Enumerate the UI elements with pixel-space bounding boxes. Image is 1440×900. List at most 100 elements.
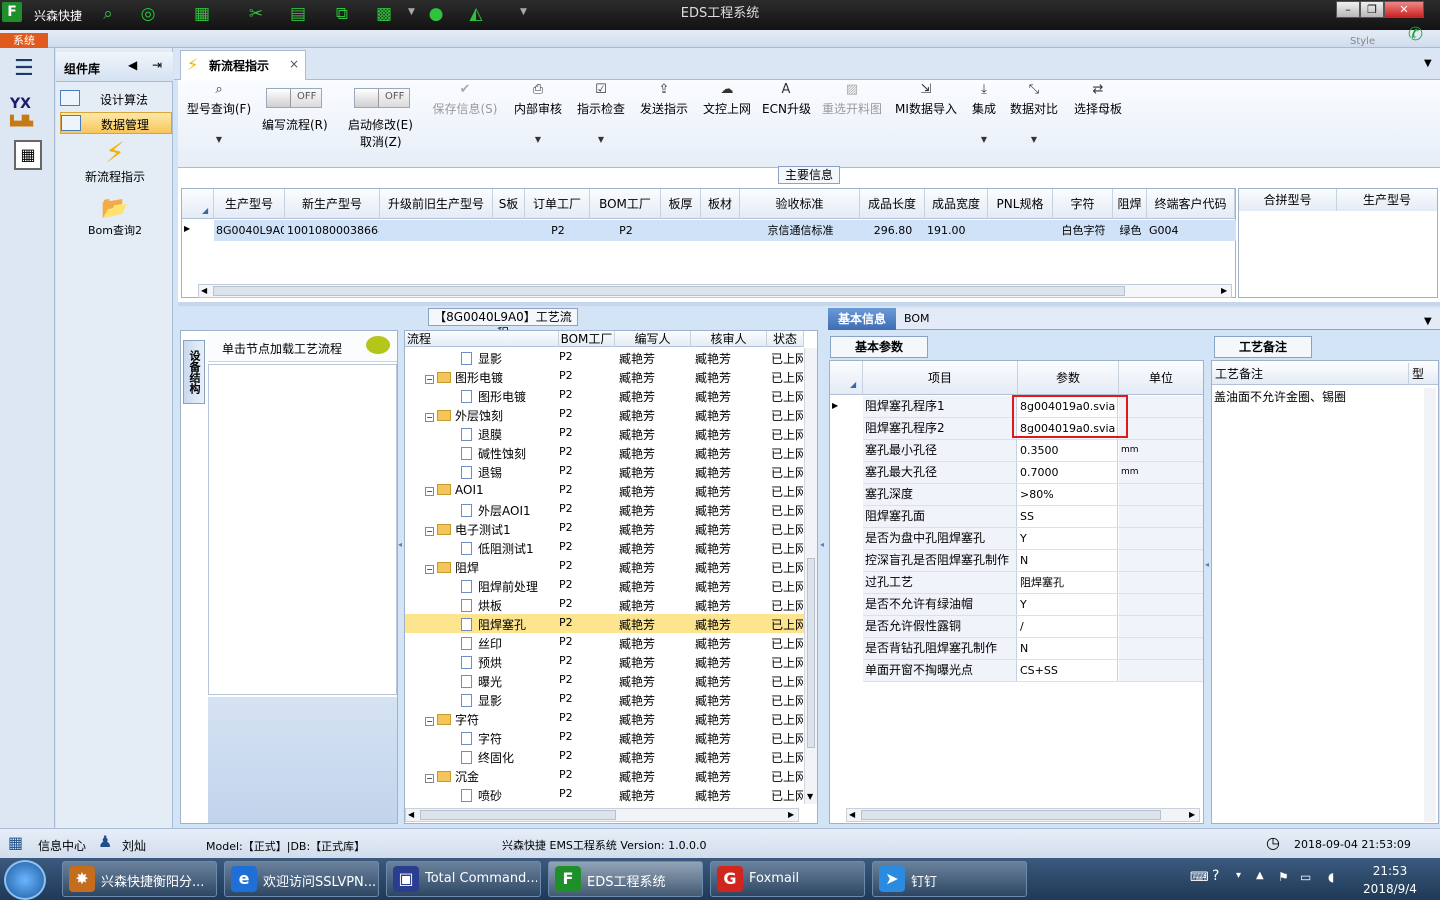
collapse-icon[interactable]: − xyxy=(425,717,434,726)
chevron-down-icon[interactable]: ▼ xyxy=(520,7,527,17)
process-row[interactable]: 显影 P2 臧艳芳 臧艳芳 已上网 xyxy=(405,690,805,709)
system-tab[interactable]: 系统 xyxy=(0,33,48,49)
collapse-icon[interactable]: − xyxy=(425,487,434,496)
param-param[interactable]: 阻焊塞孔 xyxy=(1018,572,1118,593)
param-param[interactable]: / xyxy=(1018,616,1118,637)
user-icon[interactable]: ● xyxy=(424,3,448,25)
start-button[interactable] xyxy=(4,860,46,900)
process-row[interactable]: 图形电镀 P2 臧艳芳 臧艳芳 已上网 xyxy=(405,386,805,405)
process-row[interactable]: 字符 P2 臧艳芳 臧艳芳 已上网 xyxy=(405,728,805,747)
process-row[interactable]: − 图形电镀 P2 臧艳芳 臧艳芳 已上网 xyxy=(405,367,805,386)
col-header-unit[interactable]: 单位 xyxy=(1119,361,1203,395)
big-item-new-flow[interactable]: ⚡ 新流程指示 xyxy=(60,138,170,185)
param-row[interactable]: 阻焊塞孔面 SS xyxy=(863,506,1203,528)
send-instruction-button[interactable]: ⇪ 发送指示 xyxy=(636,82,692,117)
help-icon[interactable]: ? xyxy=(1212,868,1219,884)
process-row[interactable]: 阻焊塞孔 P2 臧艳芳 臧艳芳 已上网 xyxy=(405,614,805,633)
horizontal-scrollbar[interactable]: ◀ ▶ xyxy=(846,808,1200,822)
process-row[interactable]: 曝光 P2 臧艳芳 臧艳芳 已上网 xyxy=(405,671,805,690)
yx-factory-icon[interactable]: YX ▙▟▙ xyxy=(10,96,44,130)
process-row[interactable]: 喷砂 P2 臧艳芳 臧艳芳 已上网 xyxy=(405,785,805,804)
collapse-left-icon[interactable]: ◀ xyxy=(128,58,137,72)
phone-icon[interactable]: ✆ xyxy=(1408,24,1423,45)
process-row[interactable]: 烘板 P2 臧艳芳 臧艳芳 已上网 xyxy=(405,595,805,614)
taskbar-button[interactable]: G Foxmail xyxy=(710,861,865,897)
process-row[interactable]: 低阻测试1 P2 臧艳芳 臧艳芳 已上网 xyxy=(405,538,805,557)
process-row[interactable]: 退膜 P2 臧艳芳 臧艳芳 已上网 xyxy=(405,424,805,443)
process-row[interactable]: 阻焊前处理 P2 臧艳芳 臧艳芳 已上网 xyxy=(405,576,805,595)
horizontal-scrollbar[interactable]: ◀ ▶ xyxy=(405,808,799,822)
col-header[interactable]: 验收标准 xyxy=(740,189,860,219)
equipment-tree[interactable] xyxy=(208,364,397,695)
process-row[interactable]: − 阻焊 P2 臧艳芳 臧艳芳 已上网 xyxy=(405,557,805,576)
minimize-button[interactable]: – xyxy=(1336,1,1360,18)
collapse-icon[interactable]: − xyxy=(425,413,434,422)
param-param[interactable]: N xyxy=(1018,550,1118,571)
vertical-scrollbar[interactable]: ▼ xyxy=(804,348,817,804)
col-header[interactable]: PNL规格 xyxy=(988,189,1053,219)
param-row[interactable]: 过孔工艺 阻焊塞孔 xyxy=(863,572,1203,594)
splitter-handle[interactable]: ◂ xyxy=(1205,560,1209,569)
mi-data-import-button[interactable]: ⇲ MI数据导入 xyxy=(894,82,958,117)
splitter-handle[interactable]: ◂ xyxy=(820,540,824,549)
collapse-icon[interactable]: − xyxy=(425,527,434,536)
col-header[interactable]: BOM工厂 xyxy=(590,189,661,219)
vertical-scrollbar[interactable] xyxy=(1424,388,1436,822)
nav-item-data-management[interactable]: 数据管理 xyxy=(60,112,172,134)
col-header[interactable]: 订单工厂 xyxy=(525,189,590,219)
process-row[interactable]: − AOI1 P2 臧艳芳 臧艳芳 已上网 xyxy=(405,481,805,500)
process-row[interactable]: 丝印 P2 臧艳芳 臧艳芳 已上网 xyxy=(405,633,805,652)
splitter-handle[interactable]: ◂ xyxy=(398,540,402,549)
taskbar-button[interactable]: ▣ Total Command... xyxy=(386,861,541,897)
grid-icon[interactable]: ▩ xyxy=(372,3,396,25)
param-param[interactable]: SS xyxy=(1018,506,1118,527)
tab-basic-params[interactable]: 基本参数 xyxy=(830,336,928,358)
integrate-button[interactable]: ⤓ 集成 ▼ xyxy=(966,82,1002,144)
select-master-board-button[interactable]: ⇄ 选择母板 xyxy=(1070,82,1126,117)
horizontal-scrollbar[interactable]: ◀ ▶ xyxy=(198,284,1232,298)
model-query-button[interactable]: ⌕ 型号查询(F) ▼ xyxy=(184,82,254,144)
menu-icon[interactable]: ☰ xyxy=(14,56,34,81)
data-compare-button[interactable]: ⤡ 数据对比 ▼ xyxy=(1008,82,1060,144)
col-header[interactable]: 生产型号 xyxy=(214,189,285,219)
col-header[interactable]: 字符 xyxy=(1053,189,1113,219)
tab-bom[interactable]: BOM xyxy=(904,312,930,325)
param-row[interactable]: 塞孔深度 >80% xyxy=(863,484,1203,506)
param-param[interactable]: >80% xyxy=(1018,484,1118,505)
param-param[interactable]: 0.7000 xyxy=(1018,462,1118,483)
start-modify-toggle[interactable]: OFF xyxy=(354,88,410,108)
param-row[interactable]: 单面开窗不掏曝光点 CS+SS xyxy=(863,660,1203,682)
tab-process-notes[interactable]: 工艺备注 xyxy=(1214,336,1312,358)
table-icon[interactable]: ▦ xyxy=(190,3,214,25)
volume-icon[interactable]: ◖ xyxy=(1328,870,1334,884)
reselect-cutting-map-button[interactable]: ▨ 重选开料图 xyxy=(818,82,886,117)
col-header[interactable]: 成品长度 xyxy=(860,189,925,219)
col-header[interactable]: 阻焊 xyxy=(1113,189,1147,219)
tab-equipment-structure[interactable]: 设备结构 xyxy=(183,340,205,404)
process-row[interactable]: 外层AOI1 P2 臧艳芳 臧艳芳 已上网 xyxy=(405,500,805,519)
col-header-flow[interactable]: 流程 xyxy=(405,331,559,347)
col-header[interactable]: 板厚 xyxy=(661,189,701,219)
col-header-param[interactable]: 参数 xyxy=(1018,361,1119,395)
process-row[interactable]: 显影 P2 臧艳芳 臧艳芳 已上网 xyxy=(405,348,805,367)
param-param[interactable]: CS+SS xyxy=(1018,660,1118,681)
col-header[interactable]: S板 xyxy=(493,189,525,219)
ecn-upgrade-button[interactable]: A ECN升级 xyxy=(762,82,811,117)
copy-icon[interactable]: ⧉ xyxy=(330,3,354,25)
collapse-icon[interactable]: − xyxy=(425,565,434,574)
col-header-status[interactable]: 状态 xyxy=(767,331,804,347)
process-row[interactable]: 退锡 P2 臧艳芳 臧艳芳 已上网 xyxy=(405,462,805,481)
process-row[interactable]: 预烘 P2 臧艳芳 臧艳芳 已上网 xyxy=(405,652,805,671)
col-header-notes[interactable]: 工艺备注 xyxy=(1212,363,1408,385)
cancel-button[interactable]: 取消(Z) xyxy=(360,133,402,150)
param-param[interactable]: N xyxy=(1018,638,1118,659)
chart-icon[interactable]: ◭ xyxy=(464,3,488,25)
chevron-down-icon[interactable]: ▾ xyxy=(1236,870,1241,881)
network-icon[interactable]: ▭ xyxy=(1300,870,1311,884)
process-row[interactable]: − 沉金 P2 臧艳芳 臧艳芳 已上网 xyxy=(405,766,805,785)
flag-icon[interactable]: ⚑ xyxy=(1278,870,1289,884)
process-row[interactable]: − 字符 P2 臧艳芳 臧艳芳 已上网 xyxy=(405,709,805,728)
close-tab-icon[interactable]: × xyxy=(289,57,299,71)
taskbar-clock[interactable]: 21:53 2018/9/4 xyxy=(1350,862,1430,898)
internal-review-button[interactable]: ⎙ 内部审核 ▼ xyxy=(510,82,566,144)
